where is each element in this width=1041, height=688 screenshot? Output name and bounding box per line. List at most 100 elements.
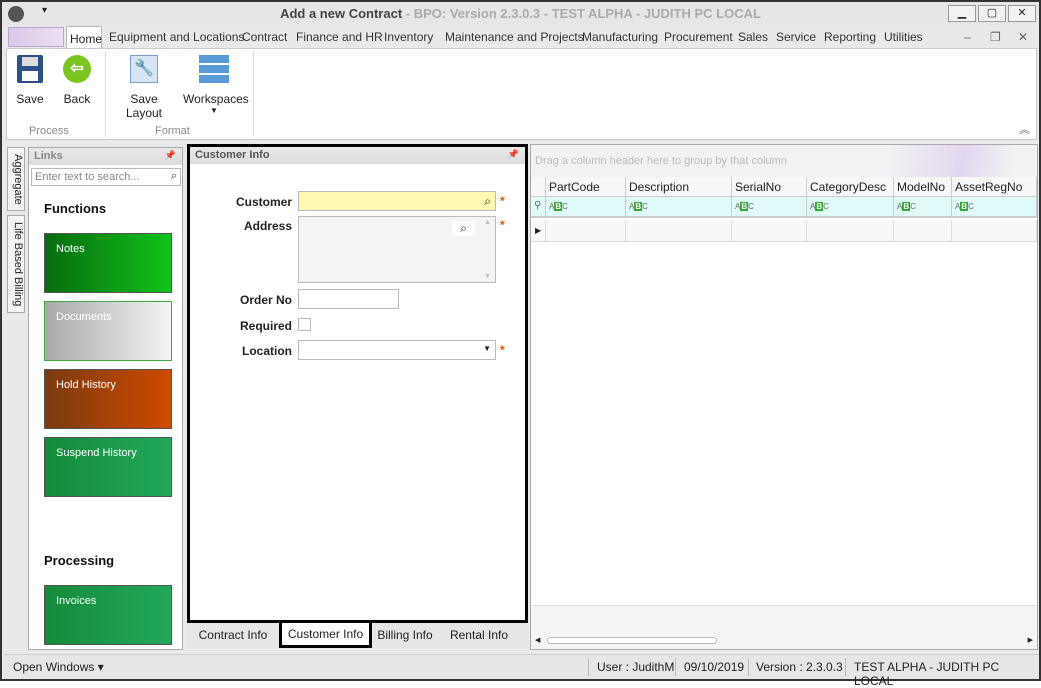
column-header-description[interactable]: Description [626, 177, 732, 197]
address-label: Address [243, 219, 292, 233]
filter-cell-serialno[interactable]: ABC [732, 197, 807, 218]
close-button[interactable]: ✕ [1008, 5, 1036, 22]
tile-suspend-history[interactable]: Suspend History [44, 437, 172, 497]
tab-finance-and-hr[interactable]: Finance and HR [296, 30, 383, 44]
workspaces-icon [199, 55, 229, 85]
workspaces-button[interactable]: Workspaces ▼ [183, 53, 249, 115]
dropdown-arrow-icon: ▼ [210, 106, 218, 115]
ribbon-tabs: Home Equipment and Locations Contract Fi… [2, 26, 1039, 49]
customer-field[interactable]: ⌕ [298, 191, 496, 211]
group-by-area[interactable]: Drag a column header here to group by th… [531, 145, 1037, 177]
back-label: Back [63, 92, 91, 106]
title-bar: ▾ Add a new Contract - BPO: Version 2.3.… [2, 2, 1039, 26]
tab-sales[interactable]: Sales [738, 30, 768, 44]
filter-cell-assetregno[interactable]: ABC [952, 197, 1037, 218]
minimize-button[interactable]: ▁ [948, 5, 976, 22]
tab-utilities[interactable]: Utilities [884, 30, 923, 44]
status-bar: Open Windows ▾ User : JudithM 09/10/2019… [4, 654, 1039, 688]
required-marker: * [500, 343, 505, 357]
open-windows-button[interactable]: Open Windows ▾ [13, 660, 104, 674]
save-layout-button[interactable]: 🔧 Save Layout [111, 53, 177, 120]
side-tab-life-based-billing[interactable]: Life Based Billing [7, 215, 25, 313]
scrollbar-thumb[interactable] [547, 637, 717, 644]
column-header-modelno[interactable]: ModelNo [894, 177, 952, 197]
tab-contract-info[interactable]: Contract Info [187, 623, 279, 648]
tab-billing-info[interactable]: Billing Info [372, 623, 438, 648]
back-button[interactable]: ⇦ Back [59, 53, 95, 106]
tile-invoices[interactable]: Invoices [44, 585, 172, 645]
tab-service[interactable]: Service [776, 30, 816, 44]
order-no-field[interactable] [298, 289, 399, 309]
scroll-down-icon[interactable]: ▼ [484, 273, 491, 280]
tab-manufacturing[interactable]: Manufacturing [582, 30, 658, 44]
mdi-close-icon[interactable]: ✕ [1018, 30, 1028, 44]
tab-procurement[interactable]: Procurement [664, 30, 733, 44]
lookup-icon[interactable]: ⌕ [484, 194, 491, 209]
save-label: Save [16, 92, 44, 106]
maximize-button[interactable]: ▢ [978, 5, 1006, 22]
pin-icon[interactable]: 📌 [165, 150, 176, 161]
required-checkbox[interactable] [298, 318, 311, 331]
customer-info-panel: Customer Info 📌 Customer ⌕ * Address ⌕ ▲ ▼ … [187, 144, 528, 623]
column-header-assetregno[interactable]: AssetRegNo [952, 177, 1037, 197]
chevron-down-icon[interactable]: ▼ [483, 344, 491, 353]
scroll-right-icon[interactable]: ▶ [1028, 636, 1033, 644]
horizontal-scrollbar[interactable]: ◀ ▶ [531, 605, 1037, 649]
grid-cell[interactable] [546, 220, 626, 242]
tab-reporting[interactable]: Reporting [824, 30, 876, 44]
app-window: ▾ Add a new Contract - BPO: Version 2.3.… [0, 0, 1041, 688]
side-tab-aggregate[interactable]: Aggregate [7, 147, 25, 211]
filter-row-icon: ⚲ [531, 197, 546, 218]
grid-cell[interactable] [894, 220, 952, 242]
links-search-input[interactable]: Enter text to search... ⌕ [31, 168, 181, 186]
status-environment: TEST ALPHA - JUDITH PC LOCAL [854, 660, 1000, 688]
customer-info-title: Customer Info [195, 149, 270, 161]
tab-maintenance-and-projects[interactable]: Maintenance and Projects [445, 30, 584, 44]
required-marker: * [500, 194, 505, 208]
tab-inventory[interactable]: Inventory [384, 30, 433, 44]
window-title: Add a new Contract - BPO: Version 2.3.0.… [280, 6, 761, 21]
required-marker: * [500, 218, 505, 232]
tile-notes[interactable]: Notes [44, 233, 172, 293]
tab-home[interactable]: Home [66, 26, 102, 49]
location-label: Location [242, 344, 292, 358]
grid-cell[interactable] [732, 220, 807, 242]
address-field[interactable]: ⌕ ▲ ▼ [298, 216, 496, 283]
tile-documents[interactable]: Documents [44, 301, 172, 361]
pin-icon[interactable]: 📌 [508, 149, 519, 160]
tab-contract[interactable]: Contract [242, 30, 287, 44]
save-layout-label: Save Layout [125, 92, 163, 120]
mdi-minimize-icon[interactable]: ‒ [964, 30, 971, 44]
status-user: User : JudithM [597, 660, 675, 674]
location-dropdown[interactable]: ▼ [298, 340, 496, 360]
column-header-categorydesc[interactable]: CategoryDesc [807, 177, 894, 197]
workspaces-label: Workspaces [183, 92, 249, 106]
ribbon: Save ⇦ Back 🔧 Save Layout Workspaces ▼ P… [6, 48, 1037, 140]
filter-cell-modelno[interactable]: ABC [894, 197, 952, 218]
scroll-left-icon[interactable]: ◀ [535, 636, 540, 644]
grid-cell[interactable] [952, 220, 1037, 242]
tab-rental-info[interactable]: Rental Info [438, 623, 520, 648]
tab-equipment-and-locations[interactable]: Equipment and Locations [109, 30, 244, 44]
lookup-icon[interactable]: ⌕ [452, 221, 475, 236]
links-header: Links 📌 [29, 148, 182, 165]
tab-customer-info[interactable]: Customer Info [279, 623, 372, 648]
filter-cell-categorydesc[interactable]: ABC [807, 197, 894, 218]
back-arrow-icon: ⇦ [63, 55, 91, 83]
application-menu-button[interactable] [8, 27, 64, 47]
grid-cell[interactable] [807, 220, 894, 242]
filter-cell-description[interactable]: ABC [626, 197, 732, 218]
column-header-serialno[interactable]: SerialNo [732, 177, 807, 197]
scroll-up-icon[interactable]: ▲ [484, 219, 491, 226]
links-panel: Links 📌 Enter text to search... ⌕ Function… [28, 147, 183, 650]
collapse-ribbon-icon[interactable]: ︽ [1019, 121, 1030, 137]
search-icon[interactable]: ⌕ [171, 170, 177, 183]
filter-cell-partcode[interactable]: ABC [546, 197, 626, 218]
grid-cell[interactable] [626, 220, 732, 242]
column-header-partcode[interactable]: PartCode [546, 177, 626, 197]
save-button[interactable]: Save [13, 53, 47, 106]
mdi-restore-icon[interactable]: ❐ [990, 30, 1001, 44]
status-date: 09/10/2019 [684, 660, 745, 674]
save-layout-icon: 🔧 [130, 55, 158, 83]
tile-hold-history[interactable]: Hold History [44, 369, 172, 429]
